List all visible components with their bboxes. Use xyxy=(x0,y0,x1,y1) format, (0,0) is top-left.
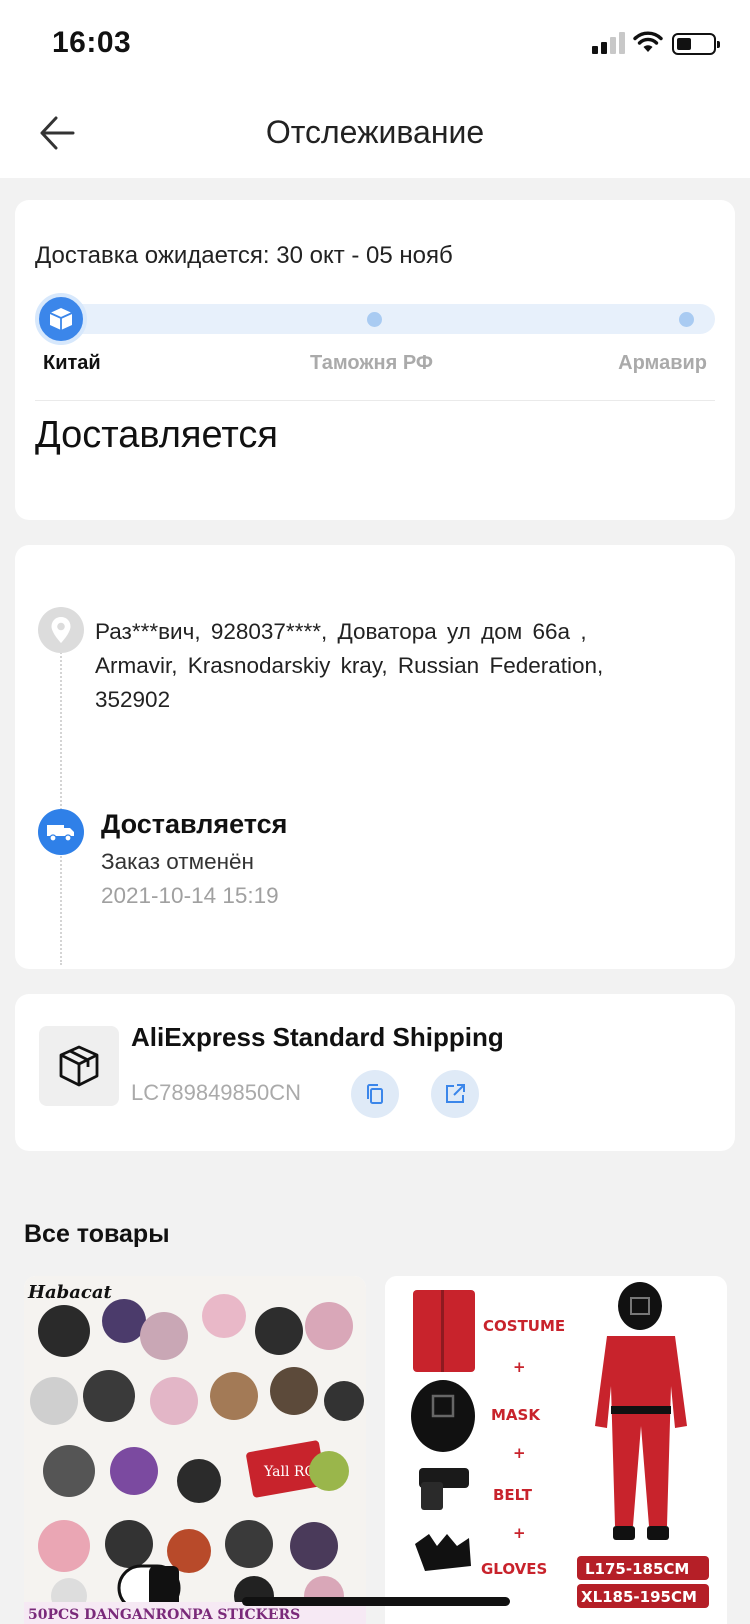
stage-label-destination: Армавир xyxy=(618,352,707,374)
page-title: Отслеживание xyxy=(265,114,485,150)
location-pin-icon xyxy=(38,607,84,653)
event-title: Доставляется xyxy=(101,809,288,839)
costume-plus-3: + xyxy=(513,1524,526,1542)
costume-label-2: MASK xyxy=(491,1406,541,1424)
tracking-number: LC789849850CN xyxy=(131,1080,302,1105)
copy-tracking-button[interactable] xyxy=(351,1070,399,1118)
tracking-timeline-card: Раз***вич, 928037****, Доватора ул дом 6… xyxy=(15,545,735,969)
stage-label-origin: Китай xyxy=(43,352,101,374)
delivery-address: Раз***вич, 928037****, Доватора ул дом 6… xyxy=(95,619,604,712)
battery-icon xyxy=(672,33,720,55)
product-image-stickers: Yall RON G Habacat 50PCS DANGANRONPA STI… xyxy=(24,1276,366,1624)
status-bar: 16:03 xyxy=(0,0,750,88)
nav-bar: Отслеживание xyxy=(0,88,750,178)
open-tracking-button[interactable] xyxy=(431,1070,479,1118)
size-label-1: L175-185CM xyxy=(585,1560,689,1578)
event-description: Заказ отменён xyxy=(101,849,254,874)
delivery-eta: Доставка ожидается: 30 окт - 05 нояб xyxy=(35,242,453,269)
products-section-title: Все товары xyxy=(24,1220,170,1248)
product-card-costume[interactable]: COSTUME + MASK + BELT + GLOVES L175-185C… xyxy=(385,1276,727,1624)
shipping-method: AliExpress Standard Shipping xyxy=(131,1022,504,1052)
wifi-icon xyxy=(633,31,663,52)
stage-dot-destination xyxy=(679,312,694,327)
shipping-info-card: AliExpress Standard Shipping LC789849850… xyxy=(15,994,735,1151)
costume-label-1: COSTUME xyxy=(483,1317,565,1335)
product-brand: Habacat xyxy=(27,1282,113,1303)
product-card-stickers[interactable]: Yall RON G Habacat 50PCS DANGANRONPA STI… xyxy=(24,1276,366,1624)
stage-dot-customs xyxy=(367,312,382,327)
delivery-status: Доставляется xyxy=(35,414,278,456)
product-image-costume: COSTUME + MASK + BELT + GLOVES L175-185C… xyxy=(385,1276,727,1624)
progress-track xyxy=(35,293,715,345)
costume-plus-2: + xyxy=(513,1444,526,1462)
divider xyxy=(35,400,715,401)
home-indicator xyxy=(242,1597,510,1606)
timeline-line xyxy=(60,645,62,965)
event-time: 2021-10-14 15:19 xyxy=(101,883,279,908)
current-stage-marker xyxy=(35,293,87,345)
costume-plus-1: + xyxy=(513,1358,526,1376)
cellular-signal-icon xyxy=(592,32,626,54)
external-link-icon xyxy=(446,1084,465,1103)
size-label-2: XL185-195CM xyxy=(581,1588,697,1606)
box-icon xyxy=(39,1026,119,1106)
truck-icon xyxy=(38,809,84,855)
costume-label-3: BELT xyxy=(493,1486,533,1504)
delivery-progress-card: Доставка ожидается: 30 окт - 05 нояб Кит… xyxy=(15,200,735,520)
copy-icon xyxy=(367,1084,383,1104)
costume-label-4: GLOVES xyxy=(481,1560,547,1578)
product-caption: 50PCS DANGANRONPA STICKERS xyxy=(28,1607,300,1623)
package-icon xyxy=(49,308,73,330)
stage-label-customs: Таможня РФ xyxy=(310,352,433,374)
status-time: 16:03 xyxy=(52,26,132,59)
